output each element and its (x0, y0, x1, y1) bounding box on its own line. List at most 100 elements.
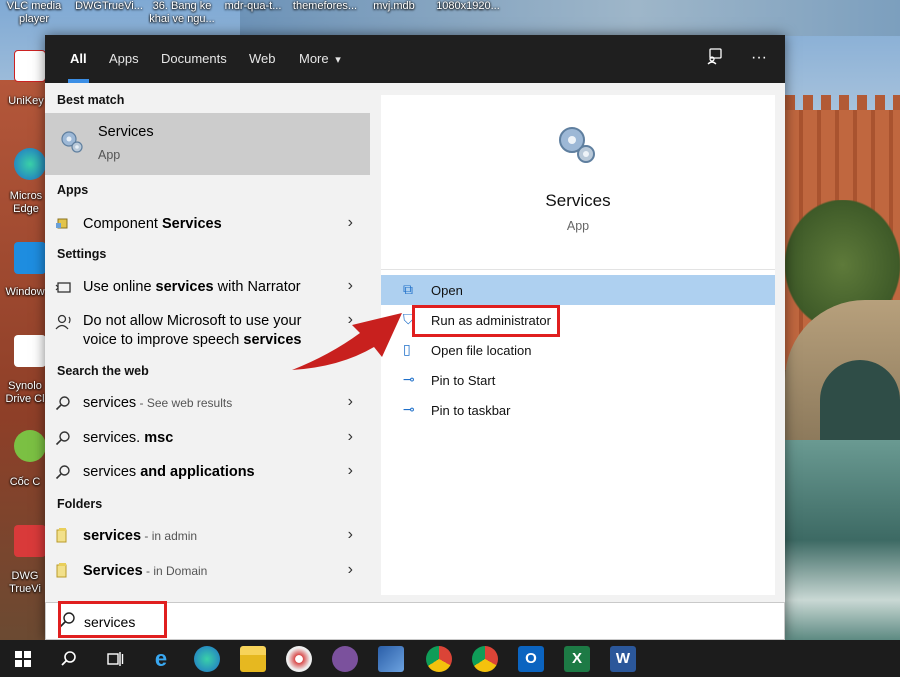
best-match-result[interactable]: Services App (45, 113, 370, 175)
tab-apps[interactable]: Apps (107, 35, 141, 83)
chrome-alt-icon[interactable] (472, 646, 498, 672)
chrome-icon[interactable] (426, 646, 452, 672)
annotation-highlight-box (58, 601, 167, 638)
desktop-icon-label[interactable]: 1080x1920... (432, 0, 504, 13)
list-item[interactable]: services and applications › (45, 458, 370, 488)
folder-icon (55, 528, 73, 546)
item-text: with Narrator (213, 279, 301, 295)
windows-desktop-icon[interactable] (14, 242, 46, 274)
desktop-icon-label: Cốc C (9, 476, 41, 488)
annotation-arrow-icon (292, 313, 402, 370)
desktop-icon-label[interactable]: mdr-qua-t... (218, 0, 288, 13)
outlook-icon[interactable]: O (518, 646, 544, 672)
edge-desktop-icon[interactable] (14, 148, 46, 180)
unikey-icon[interactable] (14, 50, 46, 82)
search-icon (55, 430, 73, 448)
open-action[interactable]: ⧉ Open (381, 275, 775, 305)
remote-desktop-icon[interactable] (378, 646, 404, 672)
preview-app-name: Services (545, 191, 611, 210)
viber-icon[interactable] (332, 646, 358, 672)
chevron-down-icon: ▾ (335, 54, 341, 66)
divider (381, 269, 775, 270)
list-item[interactable]: services - in admin › (45, 522, 370, 552)
tab-all[interactable]: All (68, 35, 89, 83)
wallpaper-arch (820, 360, 900, 450)
tab-web[interactable]: Web (247, 35, 278, 83)
desktop-icon-label[interactable]: 36. Bang ke khai ve ngu... (146, 0, 218, 26)
desktop-icon-label[interactable]: VLC media player (4, 0, 64, 26)
chevron-right-icon[interactable]: › (348, 462, 353, 480)
list-item[interactable]: services - See web results › (45, 389, 370, 419)
edge-icon[interactable] (194, 646, 220, 672)
list-item[interactable]: Services - in Domain › (45, 557, 370, 587)
desktop-icon-label[interactable]: mvj.mdb (364, 0, 424, 13)
windows-start-icon[interactable] (10, 646, 36, 672)
tab-more-label: More (299, 51, 329, 66)
folder-icon (55, 563, 73, 581)
services-large-icon (555, 123, 599, 172)
item-hint: - in Domain (142, 564, 208, 578)
feedback-icon[interactable] (703, 47, 727, 71)
more-options-button[interactable]: ··· (747, 47, 771, 71)
chevron-right-icon[interactable]: › (348, 526, 353, 544)
search-web-header: Search the web (57, 364, 149, 378)
pin-to-taskbar-action[interactable]: ⊸ Pin to taskbar (381, 395, 775, 425)
item-match-text: msc (140, 430, 174, 446)
services-gear-icon (59, 129, 85, 160)
item-match-text: Services (83, 563, 143, 579)
file-explorer-icon[interactable] (240, 646, 266, 672)
item-match-text: Services (162, 216, 222, 232)
pin-to-start-action[interactable]: ⊸ Pin to Start (381, 365, 775, 395)
item-text: services (83, 395, 137, 411)
item-hint: - See web results (136, 396, 233, 410)
open-file-location-action[interactable]: ▯ Open file location (381, 335, 775, 365)
desktop-icon-label: Micros Edge (9, 190, 43, 215)
search-filter-bar: All Apps Documents Web More ▾ ··· (45, 35, 785, 83)
list-item[interactable]: Component Services › (45, 210, 370, 240)
desktop-icon-label[interactable]: DWGTrueVi... (74, 0, 144, 13)
search-icon (55, 464, 73, 482)
chevron-right-icon[interactable]: › (348, 561, 353, 579)
task-view-icon[interactable] (102, 646, 128, 672)
chevron-right-icon[interactable]: › (348, 393, 353, 411)
item-text: voice to improve speech (83, 332, 244, 348)
best-match-header: Best match (57, 93, 125, 107)
settings-header: Settings (57, 247, 107, 261)
chevron-right-icon[interactable]: › (348, 277, 353, 295)
paint-icon[interactable] (286, 646, 312, 672)
dwg-trueview-icon[interactable] (14, 525, 46, 557)
search-icon (55, 395, 73, 413)
annotation-highlight-box (412, 305, 560, 337)
list-item[interactable]: services. msc › (45, 424, 370, 454)
tab-more[interactable]: More ▾ (297, 35, 343, 83)
best-match-subtitle: App (98, 148, 121, 162)
synology-drive-icon[interactable] (14, 335, 46, 367)
item-hint: - in admin (141, 529, 198, 543)
item-text: services. (83, 430, 141, 446)
desktop-icon-label: DWG TrueVi (9, 570, 41, 595)
desktop-icon-label[interactable]: themefores... (290, 0, 360, 13)
desktop-icon-label: UniKey (8, 95, 44, 107)
internet-explorer-icon[interactable]: e (148, 646, 174, 672)
result-preview-pane: Services App ⧉ Open ⛉ Run as administrat… (381, 95, 775, 595)
best-match-title: Services (98, 124, 154, 140)
item-match-text: and applications (140, 464, 255, 480)
chevron-right-icon[interactable]: › (348, 428, 353, 446)
item-text: services (83, 464, 141, 480)
action-label: Open file location (431, 343, 532, 358)
search-icon[interactable] (56, 646, 82, 672)
item-match-text: services (83, 528, 142, 544)
desktop-icon-label: Synolo Drive Cl (5, 380, 45, 405)
action-label: Pin to taskbar (431, 403, 511, 418)
speech-privacy-icon (55, 313, 73, 331)
preview-app-kind: App (566, 219, 590, 233)
item-match-text: services (155, 279, 214, 295)
excel-icon[interactable]: X (564, 646, 590, 672)
narrator-icon (55, 279, 73, 297)
word-icon[interactable]: W (610, 646, 636, 672)
tab-documents[interactable]: Documents (159, 35, 229, 83)
pin-taskbar-icon: ⊸ (403, 401, 415, 417)
item-text: Use online (83, 279, 156, 295)
coc-coc-icon[interactable] (14, 430, 46, 462)
chevron-right-icon[interactable]: › (348, 214, 353, 232)
